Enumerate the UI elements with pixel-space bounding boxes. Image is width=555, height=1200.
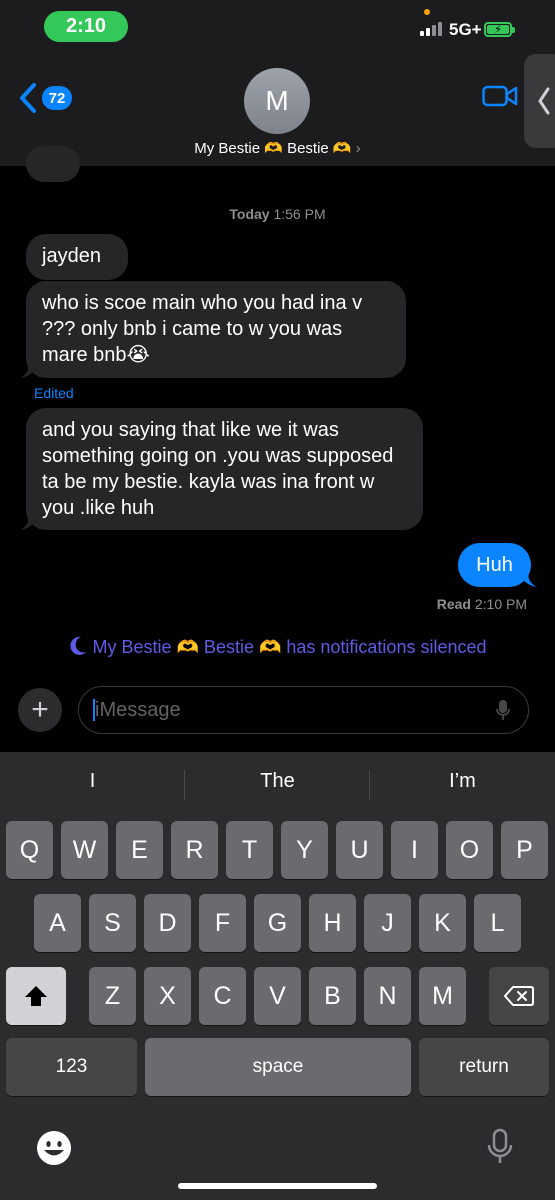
message-text: who is scoe main who you had ina v ??? o… xyxy=(42,292,363,366)
delete-icon xyxy=(504,986,534,1006)
network-type: 5G+ xyxy=(449,20,482,39)
key-v[interactable]: V xyxy=(254,967,301,1025)
key-u[interactable]: U xyxy=(336,821,383,879)
message-compose-field[interactable] xyxy=(78,686,529,734)
key-h[interactable]: H xyxy=(309,894,356,952)
partial-message-bubble[interactable]: … xyxy=(26,146,80,182)
back-chevron-icon[interactable] xyxy=(18,82,38,119)
home-indicator[interactable] xyxy=(178,1183,377,1189)
timestamp-time: 1:56 PM xyxy=(273,206,326,222)
mic-in-use-indicator xyxy=(424,9,430,15)
status-time[interactable]: 2:10 xyxy=(44,11,128,42)
apps-plus-button[interactable]: + xyxy=(18,688,62,732)
suggestion-1[interactable]: I xyxy=(0,770,185,793)
suggestion-3[interactable]: I’m xyxy=(370,770,555,793)
bubble-tail xyxy=(20,512,38,530)
microphone-icon[interactable] xyxy=(496,699,510,721)
emoji-icon[interactable] xyxy=(36,1130,72,1171)
side-chevron-icon xyxy=(538,87,550,115)
unread-count-badge[interactable]: 72 xyxy=(42,86,72,110)
key-w[interactable]: W xyxy=(61,821,108,879)
contact-name-text[interactable]: My Bestie 🫶 Bestie 🫶 xyxy=(194,140,351,157)
battery-cap xyxy=(512,27,515,33)
contact-name[interactable]: My Bestie 🫶 Bestie 🫶 › xyxy=(0,139,555,157)
silenced-text: My Bestie 🫶 Bestie 🫶 has notifications s… xyxy=(92,637,487,657)
key-k[interactable]: K xyxy=(419,894,466,952)
incoming-message-bubble[interactable]: jayden xyxy=(26,234,128,280)
bubble-tail xyxy=(20,360,38,378)
cellular-signal-icon xyxy=(420,22,442,36)
read-time: 2:10 PM xyxy=(474,596,527,612)
key-s[interactable]: S xyxy=(89,894,136,952)
battery-icon: ⚡ xyxy=(484,22,512,37)
message-text: jayden xyxy=(42,245,101,267)
outgoing-message-bubble[interactable]: Huh xyxy=(458,543,537,587)
key-f[interactable]: F xyxy=(199,894,246,952)
key-o[interactable]: O xyxy=(446,821,493,879)
key-c[interactable]: C xyxy=(199,967,246,1025)
dictation-icon[interactable] xyxy=(486,1128,514,1171)
message-text: and you saying that like we it was somet… xyxy=(42,419,394,519)
key-e[interactable]: E xyxy=(116,821,163,879)
key-l[interactable]: L xyxy=(474,894,521,952)
message-text: Huh xyxy=(476,553,513,576)
shift-key[interactable] xyxy=(6,967,66,1025)
read-receipt: Read 2:10 PM xyxy=(437,596,527,612)
video-call-icon[interactable] xyxy=(482,84,518,113)
incoming-message-bubble[interactable]: who is scoe main who you had ina v ??? o… xyxy=(20,281,406,378)
key-b[interactable]: B xyxy=(309,967,356,1025)
key-g[interactable]: G xyxy=(254,894,301,952)
moon-icon xyxy=(69,636,86,655)
key-x[interactable]: X xyxy=(144,967,191,1025)
timestamp-day: Today xyxy=(229,206,270,222)
contact-chevron-icon[interactable]: › xyxy=(356,140,361,157)
key-n[interactable]: N xyxy=(364,967,411,1025)
key-q[interactable]: Q xyxy=(6,821,53,879)
read-label: Read xyxy=(436,596,471,612)
return-key[interactable]: return xyxy=(419,1038,549,1096)
edited-label[interactable]: Edited xyxy=(34,385,74,401)
key-i[interactable]: I xyxy=(391,821,438,879)
contact-avatar[interactable]: M xyxy=(244,68,310,134)
space-key[interactable]: space xyxy=(145,1038,411,1096)
key-r[interactable]: R xyxy=(171,821,218,879)
message-input[interactable] xyxy=(93,687,477,734)
bubble-tail xyxy=(519,569,537,587)
suggestion-2[interactable]: The xyxy=(185,770,370,793)
side-panel-handle[interactable] xyxy=(524,54,555,148)
key-j[interactable]: J xyxy=(364,894,411,952)
delete-key[interactable] xyxy=(489,967,549,1025)
key-p[interactable]: P xyxy=(501,821,548,879)
key-y[interactable]: Y xyxy=(281,821,328,879)
key-d[interactable]: D xyxy=(144,894,191,952)
key-a[interactable]: A xyxy=(34,894,81,952)
key-m[interactable]: M xyxy=(419,967,466,1025)
numbers-key[interactable]: 123 xyxy=(6,1038,137,1096)
incoming-message-bubble[interactable]: and you saying that like we it was somet… xyxy=(20,408,423,530)
shift-icon xyxy=(25,986,47,1006)
key-t[interactable]: T xyxy=(226,821,273,879)
key-z[interactable]: Z xyxy=(89,967,136,1025)
message-timestamp: Today 1:56 PM xyxy=(0,206,555,222)
notifications-silenced-notice: My Bestie 🫶 Bestie 🫶 has notifications s… xyxy=(0,636,555,658)
